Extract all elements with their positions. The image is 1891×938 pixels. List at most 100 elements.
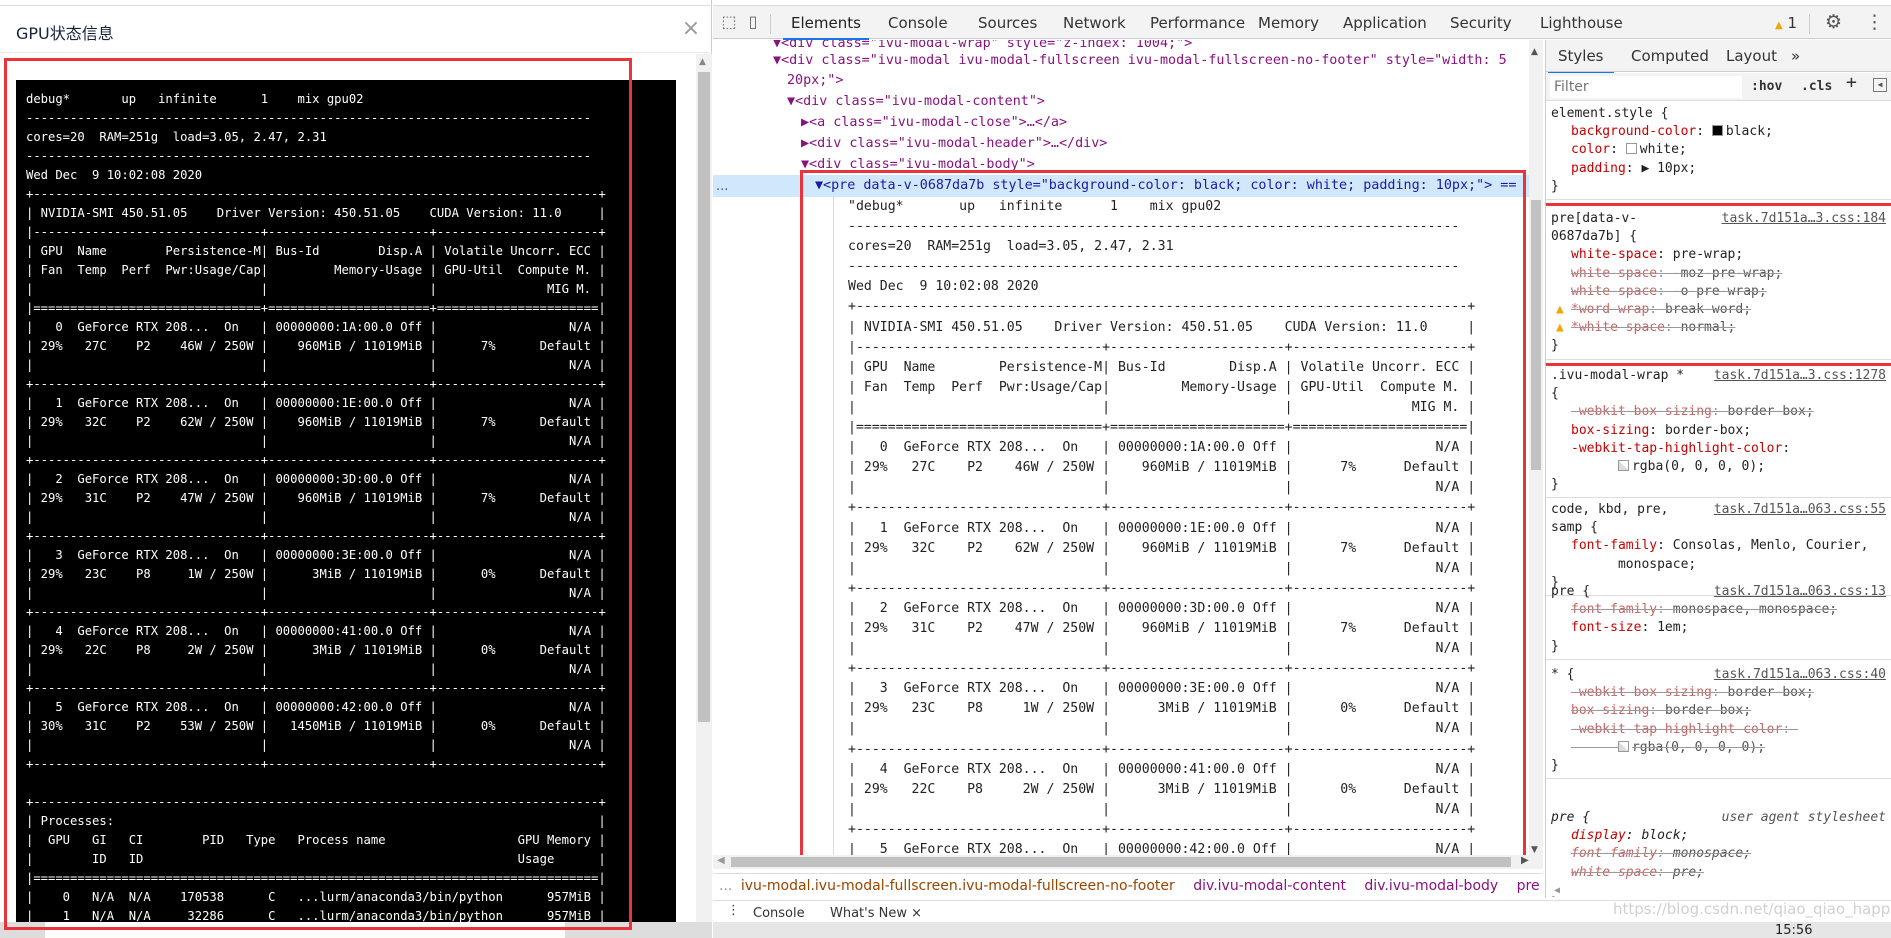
style-rule[interactable]: .ivu-modal-wrap * {task.7d151a…3.css:127…	[1546, 364, 1891, 499]
property-name[interactable]: -webkit-box-sizing	[1571, 685, 1712, 700]
scroll-up-icon[interactable]: ▲	[699, 57, 706, 67]
style-property[interactable]: ▲ *word-wrap: break-word;	[1551, 301, 1891, 319]
dom-node[interactable]: ▼<div class="ivu-modal-body">	[801, 155, 1035, 175]
color-swatch[interactable]	[1617, 740, 1629, 752]
elements-scrollbar[interactable]: ▲ ▼	[1529, 40, 1543, 858]
property-name[interactable]: background-color	[1571, 124, 1696, 139]
rule-source-link[interactable]: task.7d151a…3.css:184	[1722, 210, 1886, 228]
scroll-up-icon[interactable]: ▲	[1531, 42, 1538, 62]
node-menu-dots[interactable]: ...	[716, 177, 728, 197]
breadcrumb-item[interactable]: ivu-modal.ivu-modal-fullscreen.ivu-modal…	[741, 878, 1175, 894]
styles-horizontal-scrollbar[interactable]: ◀	[1546, 882, 1891, 896]
property-name[interactable]: display	[1571, 828, 1626, 843]
property-value[interactable]: monospace;	[1673, 846, 1751, 861]
style-property[interactable]: white-space: -moz-pre-wrap;	[1551, 265, 1891, 283]
rule-source-link[interactable]: task.7d151a…063.css:13	[1714, 583, 1886, 601]
color-swatch[interactable]	[1617, 460, 1629, 472]
property-value[interactable]: monospace, monospace;	[1673, 602, 1837, 617]
style-property[interactable]: white-space: pre-wrap;	[1551, 246, 1891, 264]
toggle-sidebar-icon[interactable]: ◀	[1873, 78, 1887, 92]
style-property[interactable]: font-family: monospace;	[1551, 845, 1891, 863]
property-name[interactable]: color	[1571, 142, 1610, 157]
property-value[interactable]: break-word;	[1665, 302, 1751, 317]
rule-source-link[interactable]: task.7d151a…063.css:55	[1714, 501, 1886, 519]
property-name[interactable]: padding	[1571, 161, 1626, 176]
style-property[interactable]: -webkit-box-sizing: border-box;	[1551, 684, 1891, 702]
property-value[interactable]: -o-pre-wrap;	[1673, 284, 1767, 299]
property-value[interactable]: normal;	[1681, 320, 1736, 335]
tab-security[interactable]: Security	[1450, 14, 1512, 32]
style-property[interactable]: -webkit-tap-highlight-color: rgba(0, 0, …	[1551, 440, 1891, 476]
scroll-left-icon[interactable]: ◀	[717, 855, 725, 866]
style-property[interactable]: white-space: -o-pre-wrap;	[1551, 283, 1891, 301]
breadcrumb-item[interactable]: pre	[1517, 878, 1540, 894]
style-rule[interactable]: pre[data-v- 0687da7b] {task.7d151a…3.css…	[1546, 207, 1891, 360]
property-name[interactable]: box-sizing	[1571, 423, 1649, 438]
style-property[interactable]: font-family: Consolas, Menlo, Courier, m…	[1551, 537, 1891, 573]
property-name[interactable]: box-sizing	[1571, 703, 1649, 718]
tab-console[interactable]: Console	[888, 14, 948, 32]
tab-network[interactable]: Network	[1063, 14, 1126, 32]
tab-lighthouse[interactable]: Lighthouse	[1540, 14, 1623, 32]
scroll-left-icon[interactable]: ◀	[1554, 882, 1560, 898]
scrollbar-thumb[interactable]	[731, 857, 1511, 867]
tab-sources[interactable]: Sources	[978, 14, 1037, 32]
scroll-right-icon[interactable]: ▶	[1521, 855, 1529, 866]
style-property[interactable]: ▲ *white-space: normal;	[1551, 319, 1891, 337]
property-value[interactable]: border-box;	[1728, 685, 1814, 700]
style-rule[interactable]: * {task.7d151a…063.css:40 -webkit-box-siz…	[1546, 663, 1891, 780]
style-property[interactable]: box-sizing: border-box;	[1551, 422, 1891, 440]
tab-elements[interactable]: Elements	[783, 14, 869, 40]
style-property[interactable]: font-family: monospace, monospace;	[1551, 601, 1891, 619]
property-value[interactable]: white;	[1640, 142, 1687, 157]
style-property[interactable]: color: white;	[1551, 141, 1891, 159]
dom-node[interactable]: ▼<div class="ivu-modal-content">	[787, 92, 1045, 112]
property-value[interactable]: rgba(0, 0, 0, 0);	[1632, 459, 1765, 474]
property-value[interactable]: 1em;	[1657, 620, 1688, 635]
property-name[interactable]: font-family	[1571, 602, 1657, 617]
property-name[interactable]: -webkit-tap-highlight-color	[1571, 722, 1782, 737]
property-value[interactable]: border-box;	[1665, 703, 1751, 718]
style-property[interactable]: white-space: pre;	[1551, 864, 1891, 882]
style-property[interactable]: -webkit-tap-highlight-color: rgba(0, 0, …	[1551, 721, 1891, 757]
color-swatch[interactable]	[1625, 143, 1637, 155]
property-value[interactable]: pre-wrap;	[1673, 247, 1743, 262]
style-property[interactable]: padding: ▶ 10px;	[1551, 160, 1891, 178]
property-value[interactable]: rgba(0, 0, 0, 0);	[1632, 740, 1765, 755]
style-property[interactable]: font-size: 1em;	[1551, 619, 1891, 637]
hov-toggle[interactable]: :hov	[1751, 78, 1782, 96]
property-name[interactable]: white-space	[1571, 247, 1657, 262]
property-value[interactable]: pre;	[1673, 865, 1704, 880]
scrollbar-thumb[interactable]	[698, 72, 710, 722]
inspect-element-icon[interactable]: ⬚	[719, 12, 739, 32]
gear-icon[interactable]: ⚙	[1825, 11, 1842, 33]
style-property[interactable]: background-color: black;	[1551, 123, 1891, 141]
property-name[interactable]: -webkit-box-sizing	[1571, 404, 1712, 419]
dom-node[interactable]: ▶<a class="ivu-modal-close">…</a>	[801, 113, 1067, 133]
color-swatch[interactable]	[1711, 125, 1723, 137]
dom-node-selected[interactable]: ▼<pre data-v-0687da7b style="background-…	[815, 176, 1516, 196]
style-rule[interactable]: pre {task.7d151a…063.css:13 font-family: …	[1546, 580, 1891, 660]
tab-layout[interactable]: Layout	[1726, 47, 1777, 65]
breadcrumb-item[interactable]: div.ivu-modal-body	[1364, 878, 1498, 894]
dom-node[interactable]: ▼<div class="ivu-modal ivu-modal-fullscr…	[773, 51, 1507, 71]
elements-horizontal-scrollbar[interactable]: ◀ ▶	[713, 855, 1543, 869]
pre-text-node[interactable]: "debug* up infinite 1 mix gpu02 --------…	[848, 197, 1475, 858]
drawer-menu-icon[interactable]: ⋮	[727, 903, 740, 918]
style-rule[interactable]: element.style {background-color: black; c…	[1546, 102, 1891, 201]
new-rule-icon[interactable]: +	[1846, 73, 1857, 92]
more-options-icon[interactable]: ⋮	[1865, 11, 1884, 33]
tab-performance[interactable]: Performance	[1150, 14, 1245, 32]
scrollbar-thumb[interactable]	[1531, 200, 1541, 470]
breadcrumb-more[interactable]: ...	[719, 878, 732, 894]
tab-application[interactable]: Application	[1343, 14, 1427, 32]
rule-source-link[interactable]: task.7d151a…3.css:1278	[1714, 367, 1886, 385]
device-toolbar-icon[interactable]: ▯	[743, 12, 763, 32]
taskbar-search[interactable]	[45, 922, 565, 938]
property-value[interactable]: block;	[1641, 828, 1688, 843]
property-name[interactable]: white-space	[1571, 266, 1657, 281]
modal-scrollbar[interactable]: ▲	[696, 54, 712, 938]
property-name[interactable]: *white-space	[1571, 320, 1665, 335]
cls-toggle[interactable]: .cls	[1801, 78, 1832, 96]
close-icon[interactable]: ×	[911, 906, 922, 921]
